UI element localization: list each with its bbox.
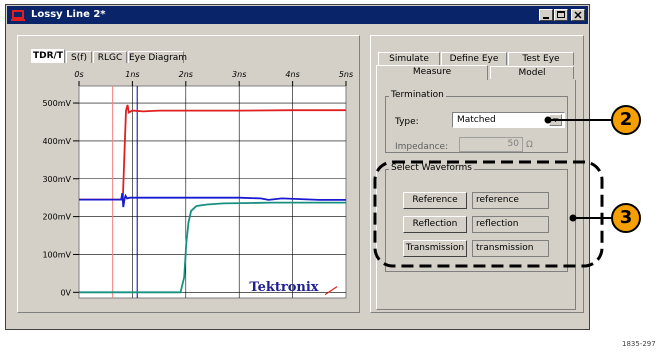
callout-3-badge: 3	[611, 203, 641, 233]
window-title: Lossy Line 2*	[31, 9, 106, 20]
transmission-button[interactable]: Transmission	[403, 240, 467, 257]
reference-button[interactable]: Reference	[403, 192, 467, 209]
y-tick-label: 200mV	[42, 213, 71, 222]
impedance-unit: Ω	[526, 140, 533, 150]
termination-type-select[interactable]: Matched	[452, 112, 565, 128]
reflection-button[interactable]: Reflection	[403, 216, 467, 233]
select-waveforms-label: Select Waveforms	[389, 163, 474, 173]
tdr-chart: 0s 1ns 2ns 3ns 4ns 5ns 500mV 400mV 300mV 200mV 10…	[42, 70, 353, 299]
close-icon	[574, 11, 582, 19]
termination-group-label: Termination	[389, 90, 446, 100]
maximize-button[interactable]	[554, 9, 568, 21]
tab-eye-diagram[interactable]: Eye Diagram	[128, 51, 187, 63]
y-tick-label: 0V	[60, 288, 71, 297]
x-tick-label: 3ns	[232, 70, 246, 79]
maximize-icon	[557, 11, 565, 18]
transmission-field[interactable]: transmission	[472, 240, 549, 257]
reference-field[interactable]: reference	[472, 192, 549, 209]
y-tick-label: 500mV	[42, 99, 71, 108]
y-tick-label: 300mV	[42, 175, 71, 184]
reflection-field[interactable]: reflection	[472, 216, 549, 233]
minimize-button[interactable]	[539, 9, 553, 21]
x-tick-label: 1ns	[125, 70, 139, 79]
tab-test-eye[interactable]: Test Eye	[508, 52, 574, 65]
tab-model[interactable]: Model	[490, 66, 574, 79]
plot-area	[78, 85, 347, 299]
tab-tdr-t[interactable]: TDR/T	[31, 49, 65, 63]
chevron-down-icon	[552, 118, 559, 122]
impedance-field[interactable]: 50	[459, 137, 523, 152]
x-tick-label: 5ns	[339, 70, 353, 79]
app-icon	[11, 10, 25, 21]
type-label: Type:	[395, 117, 419, 127]
close-button[interactable]	[571, 9, 585, 21]
minimize-icon	[543, 17, 549, 19]
dropdown-button[interactable]	[549, 114, 562, 126]
tektronix-logo: Tektronix	[249, 280, 318, 295]
callout-2-badge: 2	[611, 105, 641, 135]
tab-simulate[interactable]: Simulate	[378, 52, 440, 65]
tab-s-f[interactable]: S(f)	[66, 51, 92, 63]
app-window: Lossy Line 2* TDR/T S(f) RLGC Eye Diagra…	[5, 4, 590, 330]
x-tick-label: 4ns	[285, 70, 299, 79]
termination-type-value: Matched	[457, 115, 496, 125]
impedance-value: 50	[507, 139, 519, 149]
tab-rlgc[interactable]: RLGC	[93, 51, 127, 63]
x-tick-label: 2ns	[179, 70, 193, 79]
y-tick-label: 100mV	[42, 250, 71, 259]
y-tick-label: 400mV	[42, 137, 71, 146]
title-bar[interactable]: Lossy Line 2*	[7, 6, 588, 24]
figure-id: 1835-297	[622, 340, 656, 348]
impedance-label: Impedance:	[395, 142, 449, 152]
tab-define-eye[interactable]: Define Eye	[441, 52, 507, 65]
x-tick-label: 0s	[74, 70, 83, 79]
tab-measure[interactable]: Measure	[376, 65, 488, 80]
